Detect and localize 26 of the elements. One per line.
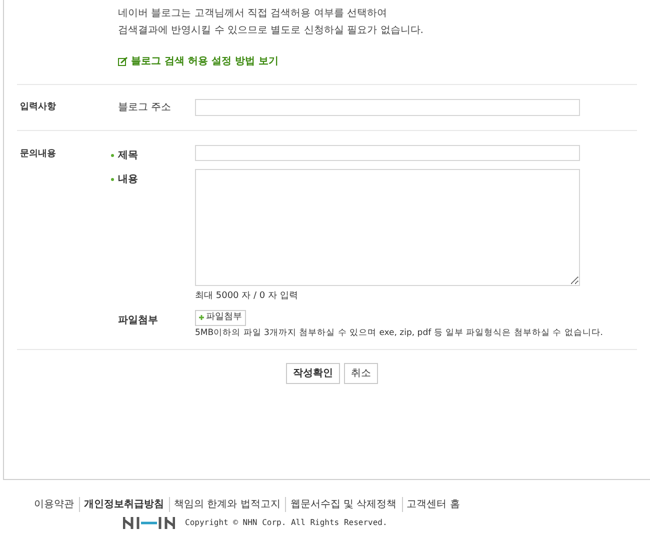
footer-link[interactable]: 고객센터 홈: [402, 497, 460, 512]
footer-link[interactable]: 이용약관: [34, 497, 74, 512]
field-label: 내용: [118, 173, 138, 187]
company-logo: [123, 517, 175, 529]
attach-note: 5MB이하의 파일 3개까지 첨부하실 수 있으며 exe, zip, pdf 등 일부 파일형식은 첨부하실 수 없습니다.: [195, 326, 603, 340]
cancel-button[interactable]: 취소: [344, 363, 378, 384]
submit-button[interactable]: 작성확인: [286, 363, 340, 384]
plus-icon: [199, 315, 204, 320]
char-counter: 최대 5000 자 / 0 자 입력: [195, 291, 298, 301]
copyright-text: Copyright © NHN Corp. All Rights Reserved.: [185, 517, 388, 529]
intro-text: 네이버 블로그는 고객님께서 직접 검색허용 여부를 선택하여: [118, 7, 388, 21]
edit-icon: [118, 57, 128, 66]
footer-link[interactable]: 개인정보취급방침: [79, 497, 164, 512]
blog-address-field[interactable]: [195, 99, 580, 116]
section-heading: 문의내용: [19, 148, 57, 161]
field-label: 파일첨부: [117, 314, 159, 328]
footer-link[interactable]: 책임의 한계와 법적고지: [169, 497, 280, 512]
content-field[interactable]: [195, 169, 580, 286]
guide-link[interactable]: 블로그 검색 허용 설정 방법 보기: [118, 53, 278, 70]
attach-button[interactable]: 파일첨부: [195, 310, 246, 326]
field-label: 블로그 주소: [118, 101, 172, 115]
title-field[interactable]: [195, 145, 580, 161]
field-label: 제목: [118, 149, 138, 163]
intro-text: 검색결과에 반영시킬 수 있으므로 별도로 신청하실 필요가 없습니다.: [118, 24, 424, 38]
section-heading: 입력사항: [19, 100, 57, 114]
footer-link[interactable]: 웹문서수집 및 삭제정책: [285, 497, 397, 512]
